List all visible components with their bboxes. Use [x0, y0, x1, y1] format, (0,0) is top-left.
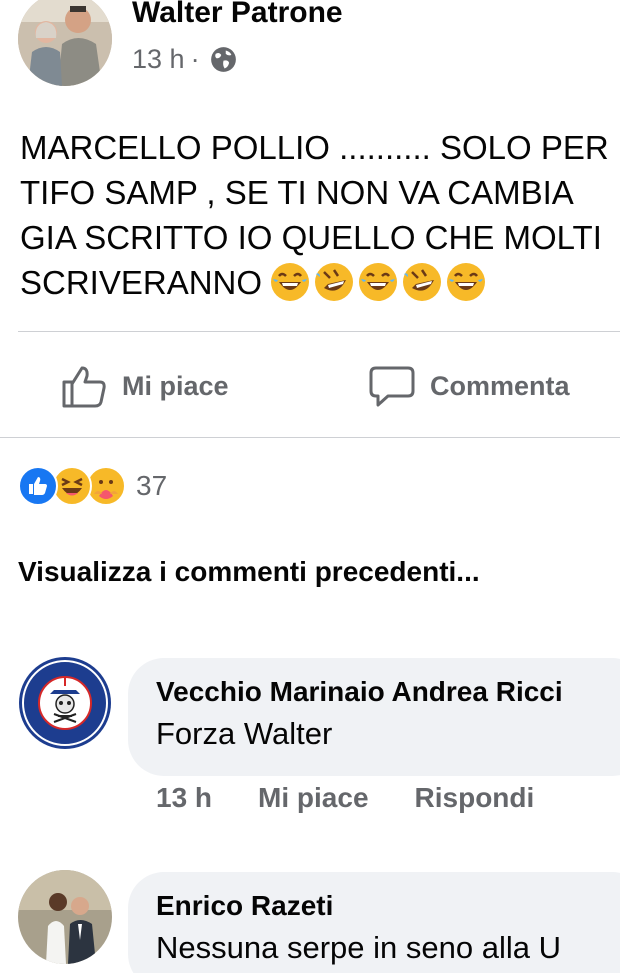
- post-text-line: MARCELLO POLLIO .......... SOLO PER: [20, 129, 609, 166]
- commenter-name[interactable]: Vecchio Marinaio Andrea Ricci: [156, 672, 620, 712]
- rofl-emoji-icon: [403, 263, 442, 302]
- comment-bubble: Vecchio Marinaio Andrea Ricci Forza Walt…: [128, 658, 620, 776]
- author-name[interactable]: Walter Patrone: [132, 0, 343, 36]
- meta-separator: ·: [190, 44, 200, 74]
- globe-icon: [210, 46, 237, 73]
- reactions-summary[interactable]: 37: [18, 466, 167, 506]
- like-reaction-icon: [18, 466, 58, 506]
- rofl-emoji-icon: [315, 263, 354, 302]
- joy-emoji-icon: [447, 263, 486, 302]
- facebook-post-screen: Walter Patrone 13 h · MARCELLO POLLIO ..…: [0, 0, 620, 973]
- comment-bubble-icon: [369, 366, 415, 407]
- joy-emoji-icon: [359, 263, 398, 302]
- like-button[interactable]: Mi piace: [60, 358, 229, 414]
- post-text-line-last: SCRIVERANNO: [20, 260, 620, 305]
- haha-reaction-icon: [52, 466, 92, 506]
- comment-time[interactable]: 13 h: [156, 782, 212, 814]
- comment-like-button[interactable]: Mi piace: [258, 782, 368, 814]
- divider: [0, 437, 620, 438]
- post-time[interactable]: 13 h: [132, 44, 185, 75]
- comment-reply-button[interactable]: Rispondi: [415, 782, 535, 814]
- post-meta: 13 h ·: [132, 44, 237, 75]
- commenter-avatar[interactable]: [18, 656, 112, 750]
- author-avatar[interactable]: [18, 0, 112, 86]
- commenter-avatar[interactable]: [18, 870, 112, 964]
- like-label: Mi piace: [122, 370, 229, 401]
- comment-text: Forza Walter: [156, 716, 333, 751]
- divider: [18, 331, 620, 332]
- commenter-name[interactable]: Enrico Razeti: [156, 886, 620, 926]
- post-text-line: GIA SCRITTO IO QUELLO CHE MOLTI: [20, 219, 602, 256]
- comment-actions: 13 h Mi piace Rispondi: [156, 782, 534, 814]
- reaction-count: 37: [136, 470, 168, 501]
- comment-button[interactable]: Commenta: [368, 358, 570, 414]
- joy-emoji-icon: [271, 263, 310, 302]
- comment-text: Nessuna serpe in seno alla U: [156, 930, 561, 965]
- comment-bubble: Enrico Razeti Nessuna serpe in seno alla…: [128, 872, 620, 973]
- thumbs-up-icon: [62, 366, 106, 408]
- post-body: MARCELLO POLLIO .......... SOLO PER TIFO…: [20, 125, 620, 305]
- care-reaction-icon: [86, 466, 126, 506]
- post-text-line: TIFO SAMP , SE TI NON VA CAMBIA: [20, 174, 574, 211]
- comment-label: Commenta: [430, 370, 570, 401]
- emoji-row: [270, 262, 486, 302]
- view-previous-comments-link[interactable]: Visualizza i commenti precedenti...: [18, 556, 480, 588]
- post-text-line: SCRIVERANNO: [20, 264, 263, 301]
